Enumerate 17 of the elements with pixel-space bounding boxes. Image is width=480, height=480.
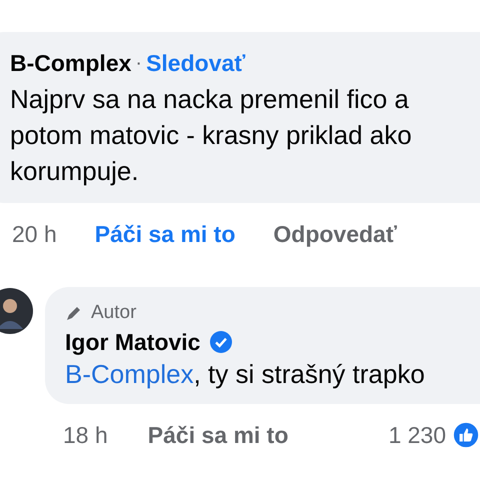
- comment-text: B-Complex, ty si strašný trapko: [65, 358, 426, 390]
- comment-time: 20 h: [12, 220, 57, 248]
- like-link[interactable]: Páči sa mi to: [148, 418, 288, 452]
- reaction-count[interactable]: 1 230: [388, 418, 446, 452]
- pen-icon: [65, 304, 83, 322]
- author-label: Autor: [91, 301, 136, 325]
- separator-dot: ·: [135, 51, 142, 76]
- comment-time: 18 h: [63, 420, 108, 450]
- avatar-icon[interactable]: [0, 287, 33, 335]
- like-icon: [452, 420, 480, 449]
- author-name[interactable]: Igor Matovic: [65, 328, 200, 356]
- author-name[interactable]: B-Complex: [10, 49, 132, 78]
- mention-link[interactable]: B-Complex: [65, 358, 194, 388]
- reply-link[interactable]: Odpovedať: [273, 216, 397, 251]
- like-link[interactable]: Páči sa mi to: [94, 216, 236, 251]
- comment-text: Najprv sa na nacka premenil fico a potom matovic - krasny priklad ako korumpuje.: [10, 82, 413, 188]
- follow-link[interactable]: Sledovať: [146, 46, 246, 80]
